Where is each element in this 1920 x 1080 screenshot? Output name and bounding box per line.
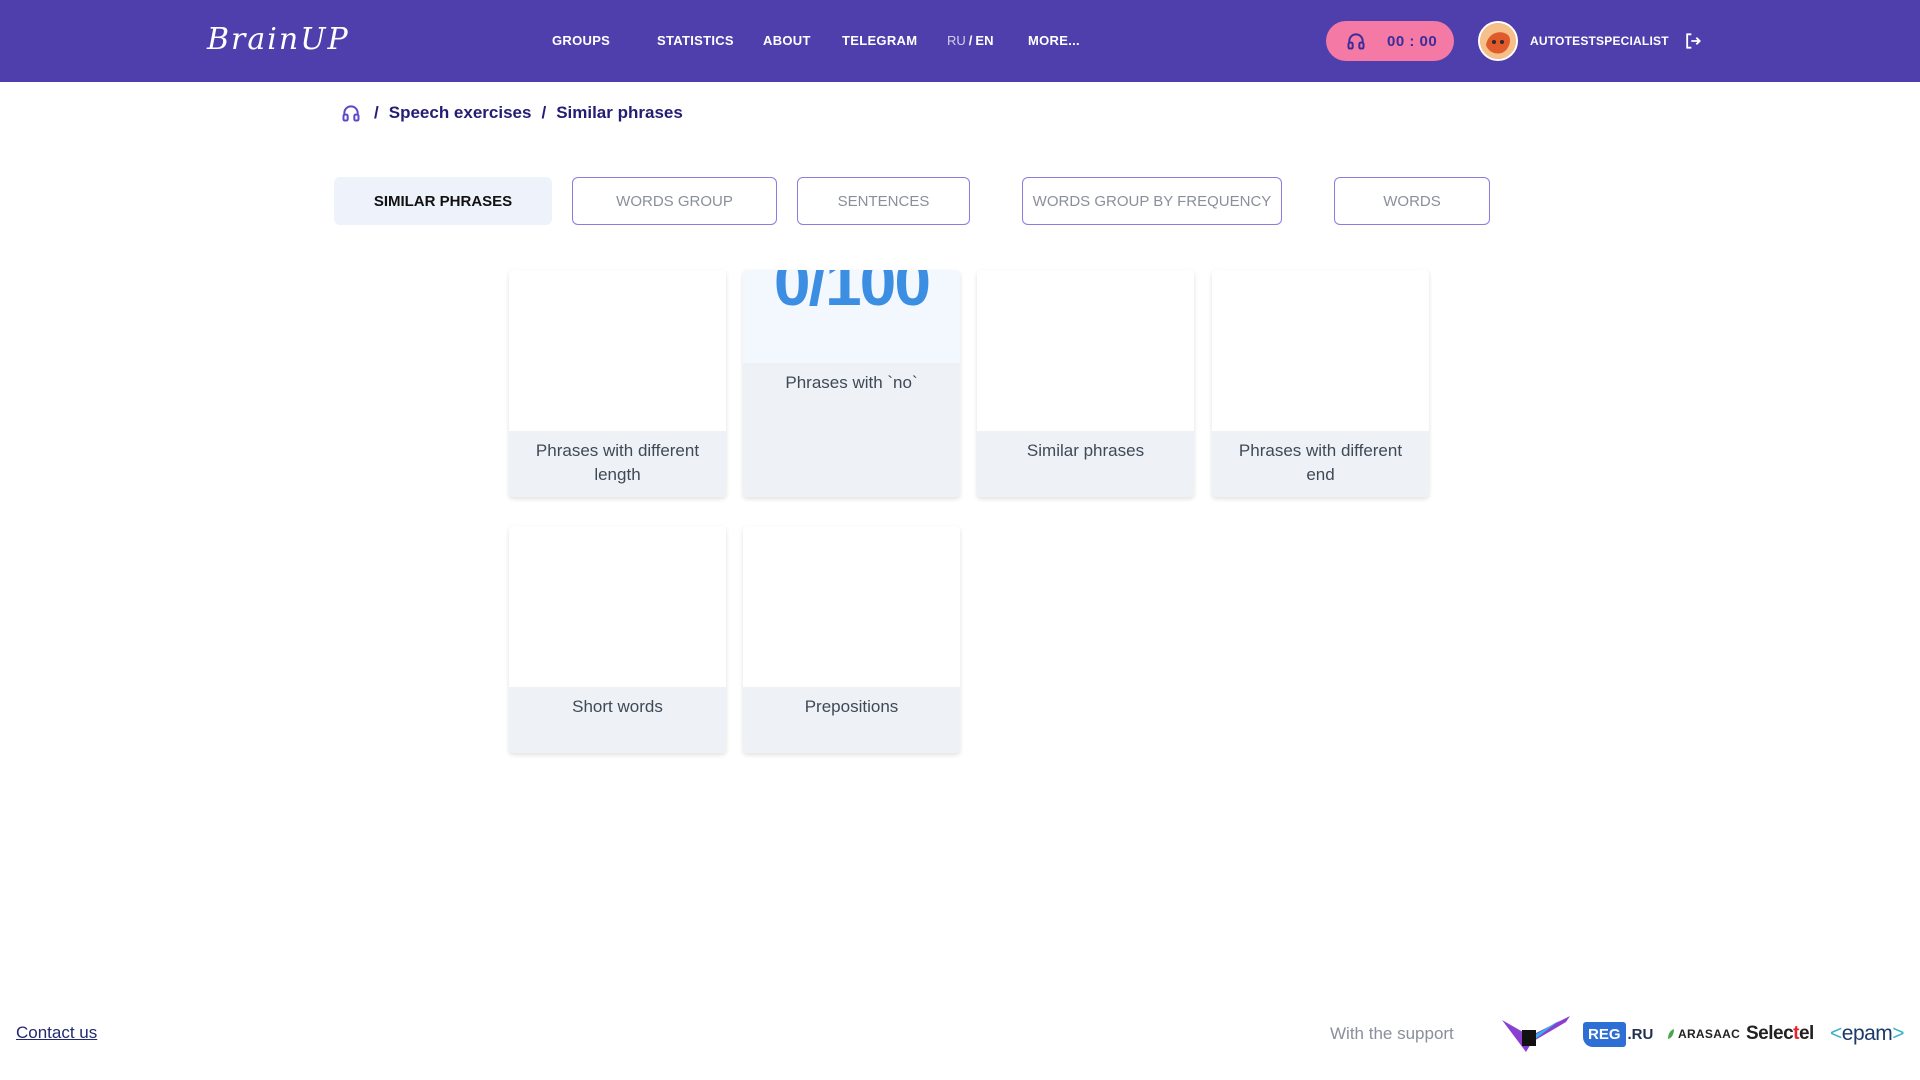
card-image	[509, 526, 726, 687]
card-label: Phrases with different end	[1238, 441, 1403, 484]
sponsor-fund-logo[interactable]	[1500, 1012, 1572, 1056]
reg-ru-box: REG	[1583, 1021, 1626, 1047]
lang-separator: /	[968, 33, 973, 48]
exercise-card[interactable]: Short words	[509, 526, 726, 753]
card-image	[1212, 270, 1429, 431]
headphones-icon[interactable]	[340, 103, 362, 123]
card-image	[977, 270, 1194, 431]
user-avatar[interactable]	[1478, 21, 1518, 61]
brainup-logo[interactable]: BrainUP	[207, 22, 350, 57]
sponsor-arasaac-logo[interactable]: ARASAAC	[1667, 1012, 1740, 1056]
lang-en[interactable]: EN	[975, 33, 993, 48]
reg-ru-suffix: .RU	[1627, 1025, 1654, 1043]
breadcrumb-similar-phrases[interactable]: Similar phrases	[556, 103, 683, 123]
epam-text: <epam>	[1830, 1022, 1905, 1045]
card-label: Similar phrases	[1026, 441, 1145, 460]
exercise-card[interactable]: 0/100 Phrases with `no`	[743, 270, 960, 497]
card-label: Short words	[572, 697, 663, 716]
tab-sentences[interactable]: SENTENCES	[797, 177, 970, 225]
timer-value: 00 : 00	[1387, 33, 1438, 50]
top-navbar: BrainUP GROUPS STATISTICS ABOUT TELEGRAM…	[0, 0, 1920, 82]
card-label: Prepositions	[804, 697, 899, 716]
nav-telegram[interactable]: TELEGRAM	[842, 33, 917, 48]
leaf-icon	[1668, 1029, 1674, 1039]
exercise-card[interactable]: Prepositions	[743, 526, 960, 753]
logout-icon[interactable]	[1683, 31, 1703, 56]
breadcrumb: / Speech exercises / Similar phrases	[340, 103, 693, 123]
tab-similar-phrases[interactable]: SIMILAR PHRASES	[334, 177, 552, 225]
nav-more[interactable]: MORE...	[1028, 33, 1080, 48]
card-label: Phrases with different length	[535, 441, 700, 484]
username[interactable]: AUTOTESTSPECIALIST	[1530, 34, 1669, 48]
language-switcher: RU / EN	[947, 33, 993, 48]
sponsor-selectel-logo[interactable]: Selectel	[1746, 1012, 1814, 1056]
headphones-icon	[1346, 31, 1366, 56]
exercise-card[interactable]: Phrases with different length	[509, 270, 726, 497]
card-image: 0/100	[743, 270, 960, 363]
breadcrumb-separator: /	[374, 103, 379, 122]
card-progress: 0/100	[773, 270, 931, 319]
exercise-card[interactable]: Phrases with different end	[1212, 270, 1429, 497]
tab-words[interactable]: WORDS	[1334, 177, 1490, 225]
arasaac-text: ARASAAC	[1678, 1027, 1741, 1041]
card-image	[509, 270, 726, 431]
exercise-card[interactable]: Similar phrases	[977, 270, 1194, 497]
tab-words-group[interactable]: WORDS GROUP	[572, 177, 777, 225]
card-image	[743, 526, 960, 687]
tab-words-group-by-frequency[interactable]: WORDS GROUP BY FREQUENCY	[1022, 177, 1282, 225]
sponsor-epam-logo[interactable]: <epam>	[1830, 1012, 1905, 1056]
card-label: Phrases with `no`	[785, 373, 918, 392]
contact-us-link[interactable]: Contact us	[16, 1023, 97, 1043]
breadcrumb-speech-exercises[interactable]: Speech exercises	[389, 103, 532, 123]
selectel-text: Selectel	[1746, 1023, 1814, 1044]
breadcrumb-separator: /	[541, 103, 547, 122]
sponsor-reg-ru-logo[interactable]: REG .RU	[1583, 1012, 1653, 1056]
lang-ru[interactable]: RU	[947, 33, 966, 48]
nav-statistics[interactable]: STATISTICS	[657, 33, 734, 48]
timer-button[interactable]: 00 : 00	[1326, 21, 1454, 61]
support-text: With the support	[1330, 1024, 1454, 1043]
nav-about[interactable]: ABOUT	[763, 33, 811, 48]
nav-groups[interactable]: GROUPS	[552, 33, 610, 48]
